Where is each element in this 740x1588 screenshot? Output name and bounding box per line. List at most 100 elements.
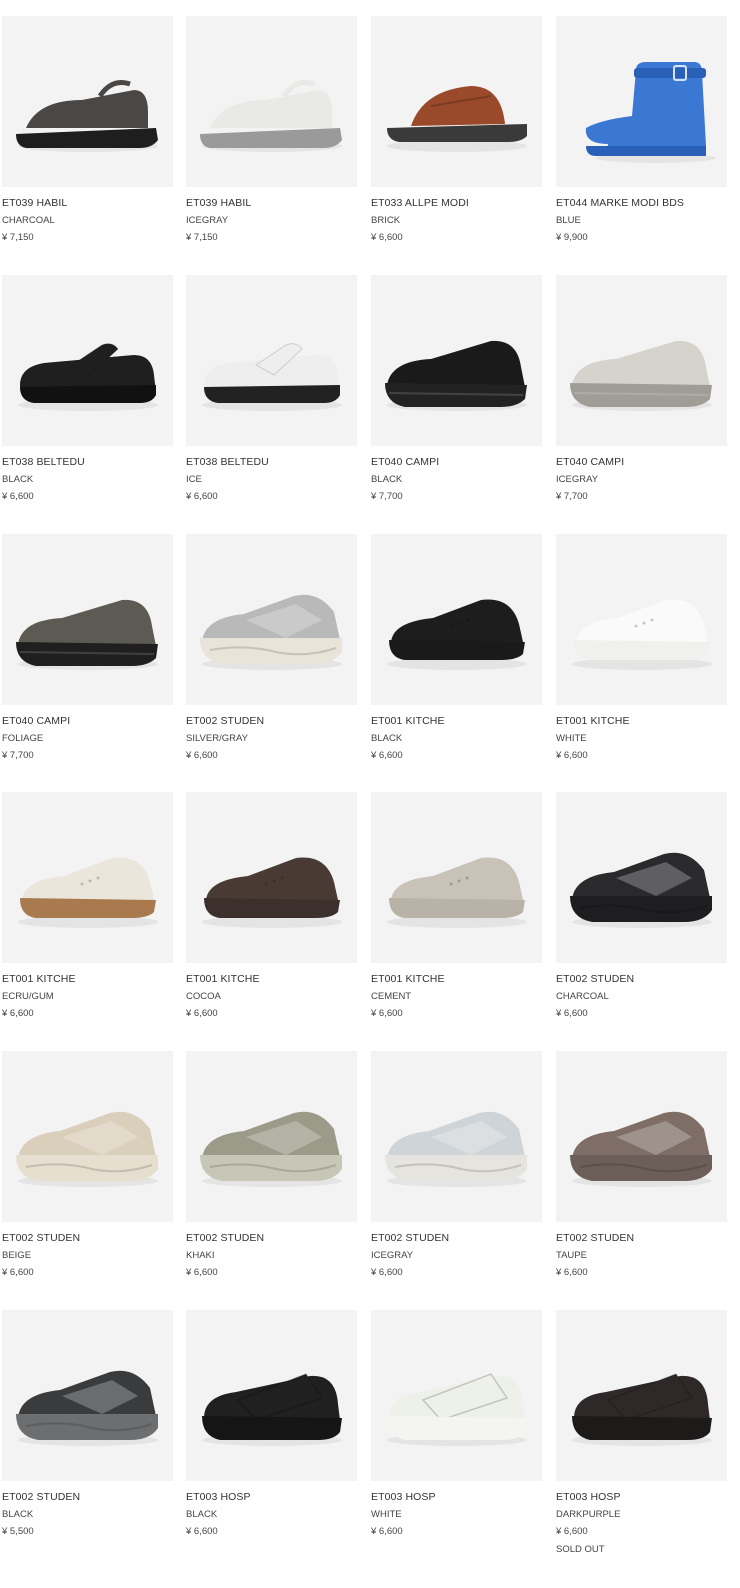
product-card[interactable]: ET001 KITCHE COCOA ¥ 6,600 [186,792,357,1019]
product-image[interactable] [556,1310,727,1481]
velcro-shoe-icon [572,1373,712,1446]
product-color: BLACK [2,474,34,485]
runner-shoe-icon [16,1370,158,1446]
product-image[interactable] [556,275,727,446]
product-name[interactable]: ET002 STUDEN [371,1232,449,1244]
product-image[interactable] [371,1310,542,1481]
product-price: ¥ 6,600 [556,1008,588,1019]
product-image[interactable] [371,1051,542,1222]
product-color: BRICK [371,215,401,226]
product-image[interactable] [556,1051,727,1222]
product-card[interactable]: ET001 KITCHE CEMENT ¥ 6,600 [371,792,542,1019]
product-color: ECRU/GUM [2,991,54,1002]
product-color: BEIGE [2,1250,32,1261]
sandal-shoe-icon [200,80,342,152]
product-name[interactable]: ET003 HOSP [556,1491,621,1503]
slipon-shoe-icon [385,340,527,411]
product-name[interactable]: ET038 BELTEDU [2,456,85,468]
product-price: ¥ 6,600 [2,1267,34,1278]
product-color: BLACK [2,1509,34,1520]
product-card[interactable]: ET002 STUDEN BEIGE ¥ 6,600 [2,1051,173,1278]
product-card[interactable]: ET038 BELTEDU ICE ¥ 6,600 [186,275,357,502]
product-image[interactable] [2,275,173,446]
product-card[interactable]: ET001 KITCHE ECRU/GUM ¥ 6,600 [2,792,173,1019]
product-name[interactable]: ET002 STUDEN [556,1232,634,1244]
product-card[interactable]: ET039 HABIL CHARCOAL ¥ 7,150 [2,16,173,243]
product-card[interactable]: ET002 STUDEN CHARCOAL ¥ 6,600 [556,792,727,1019]
product-name[interactable]: ET040 CAMPI [371,456,439,468]
runner-shoe-icon [385,1111,527,1187]
product-card[interactable]: ET003 HOSP BLACK ¥ 6,600 [186,1310,357,1537]
product-card[interactable]: ET040 CAMPI ICEGRAY ¥ 7,700 [556,275,727,502]
product-image[interactable] [2,1051,173,1222]
product-image[interactable] [186,1051,357,1222]
product-image[interactable] [186,534,357,705]
product-card[interactable]: ET002 STUDEN TAUPE ¥ 6,600 [556,1051,727,1278]
product-image[interactable] [371,275,542,446]
product-card[interactable]: ET002 STUDEN BLACK ¥ 5,500 [2,1310,173,1537]
product-name[interactable]: ET044 MARKE MODI BDS [556,197,684,209]
product-name[interactable]: ET001 KITCHE [2,973,76,985]
product-image[interactable] [371,792,542,963]
product-name[interactable]: ET001 KITCHE [371,973,445,985]
court-shoe-icon [18,857,158,928]
product-card[interactable]: ET003 HOSP DARKPURPLE ¥ 6,600 SOLD OUT [556,1310,727,1555]
product-name[interactable]: ET039 HABIL [186,197,251,209]
product-color: CHARCOAL [556,991,609,1002]
product-image[interactable] [2,16,173,187]
product-card[interactable]: ET001 KITCHE WHITE ¥ 6,600 [556,534,727,761]
product-name[interactable]: ET001 KITCHE [371,715,445,727]
product-name[interactable]: ET002 STUDEN [186,1232,264,1244]
product-card[interactable]: ET002 STUDEN ICEGRAY ¥ 6,600 [371,1051,542,1278]
product-name[interactable]: ET003 HOSP [371,1491,436,1503]
product-color: DARKPURPLE [556,1509,621,1520]
product-card[interactable]: ET033 ALLPE MODI BRICK ¥ 6,600 [371,16,542,243]
product-image[interactable] [2,1310,173,1481]
product-name[interactable]: ET002 STUDEN [556,973,634,985]
product-image[interactable] [371,534,542,705]
product-image[interactable] [2,792,173,963]
product-color: FOLIAGE [2,733,44,744]
product-name[interactable]: ET002 STUDEN [186,715,264,727]
product-price: ¥ 6,600 [2,1008,34,1019]
product-price: ¥ 7,150 [186,232,218,243]
product-name[interactable]: ET040 CAMPI [2,715,70,727]
runner-shoe-icon [200,594,342,670]
product-price: ¥ 7,700 [371,491,403,502]
product-name[interactable]: ET002 STUDEN [2,1232,80,1244]
runner-shoe-icon [200,1111,342,1187]
product-name[interactable]: ET001 KITCHE [186,973,260,985]
product-image[interactable] [556,792,727,963]
product-card[interactable]: ET002 STUDEN SILVER/GRAY ¥ 6,600 [186,534,357,761]
sandal-shoe-icon [16,80,158,152]
product-name[interactable]: ET038 BELTEDU [186,456,269,468]
runner-shoe-icon [570,852,712,928]
product-name[interactable]: ET003 HOSP [186,1491,251,1503]
product-card[interactable]: ET040 CAMPI FOLIAGE ¥ 7,700 [2,534,173,761]
product-name[interactable]: ET039 HABIL [2,197,67,209]
product-price: ¥ 9,900 [556,232,588,243]
product-image[interactable] [186,1310,357,1481]
product-image[interactable] [556,534,727,705]
product-card[interactable]: ET044 MARKE MODI BDS BLUE ¥ 9,900 [556,16,727,243]
product-card[interactable]: ET039 HABIL ICEGRAY ¥ 7,150 [186,16,357,243]
product-image[interactable] [186,792,357,963]
product-image[interactable] [371,16,542,187]
product-card[interactable]: ET002 STUDEN KHAKI ¥ 6,600 [186,1051,357,1278]
velcro-shoe-icon [387,1373,527,1446]
product-price: ¥ 6,600 [186,491,218,502]
product-card[interactable]: ET001 KITCHE BLACK ¥ 6,600 [371,534,542,761]
product-name[interactable]: ET002 STUDEN [2,1491,80,1503]
product-card[interactable]: ET003 HOSP WHITE ¥ 6,600 [371,1310,542,1537]
product-name[interactable]: ET001 KITCHE [556,715,630,727]
product-name[interactable]: ET040 CAMPI [556,456,624,468]
product-card[interactable]: ET040 CAMPI BLACK ¥ 7,700 [371,275,542,502]
product-image[interactable] [556,16,727,187]
product-price: ¥ 5,500 [2,1526,34,1537]
product-image[interactable] [186,275,357,446]
product-name[interactable]: ET033 ALLPE MODI [371,197,469,209]
product-image[interactable] [2,534,173,705]
product-card[interactable]: ET038 BELTEDU BLACK ¥ 6,600 [2,275,173,502]
product-color: CHARCOAL [2,215,55,226]
product-image[interactable] [186,16,357,187]
